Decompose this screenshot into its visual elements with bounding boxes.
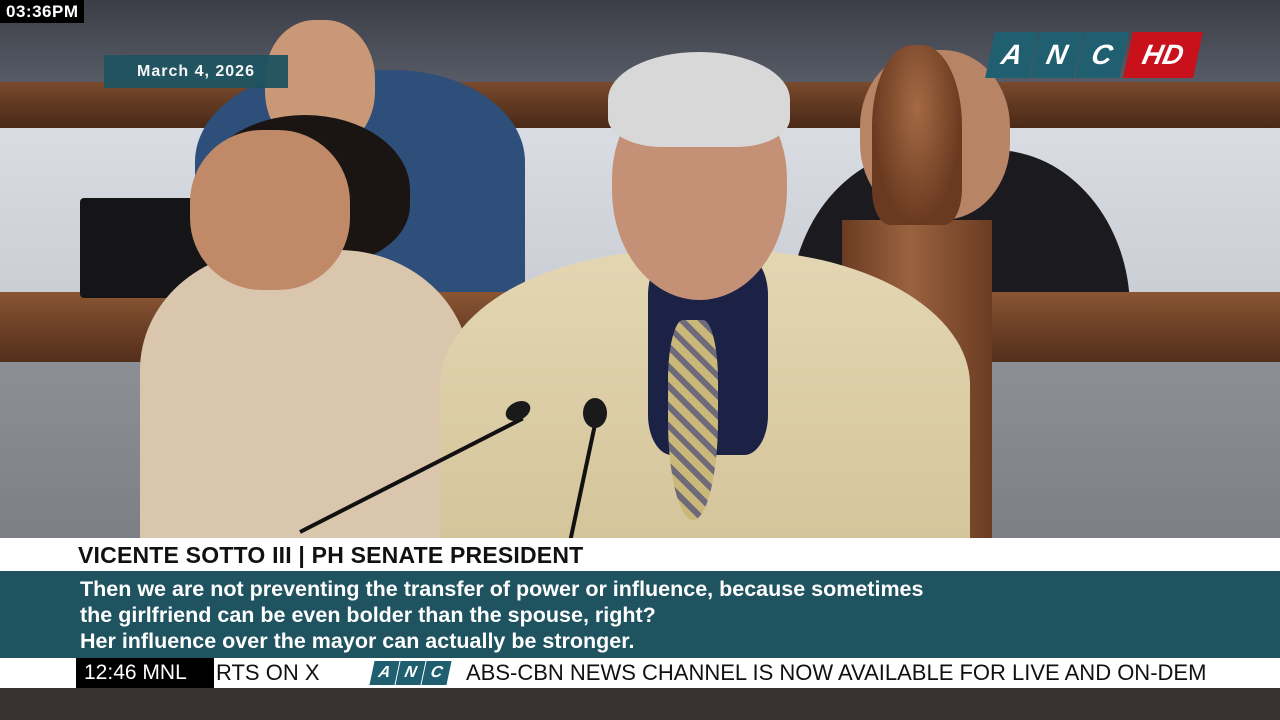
quote-caption-box: Then we are not preventing the transfer … (0, 571, 1280, 659)
speaker-tie (668, 320, 718, 520)
staffer-head (190, 130, 350, 290)
ticker-anc-logo: A N C (369, 661, 452, 685)
broadcast-clock: 03:36PM (0, 0, 85, 23)
quote-line-1: Then we are not preventing the transfer … (80, 577, 924, 601)
quote-line-3: Her influence over the mayor can actuall… (80, 629, 635, 653)
logo-hd: HD (1123, 32, 1203, 78)
news-ticker: RTS ON X 12:46 MNL A N C ABS-CBN NEWS CH… (0, 658, 1280, 688)
ticker-logo-letter-c: C (421, 661, 452, 685)
date-badge: March 4, 2026 (104, 55, 288, 88)
ticker-text-previous: RTS ON X (216, 660, 320, 685)
microphone-right-head (583, 398, 607, 428)
speaker-hair (608, 52, 790, 147)
staffer-woman (140, 250, 470, 550)
ticker-text-current: ABS-CBN NEWS CHANNEL IS NOW AVAILABLE FO… (466, 660, 1207, 685)
ticker-time-zone: MNL (142, 661, 187, 684)
logo-letter-c: C (1075, 32, 1129, 78)
bottom-video-strip (0, 688, 1280, 720)
ticker-time-value: 12:46 (84, 661, 137, 684)
ticker-time: 12:46 MNL (76, 658, 214, 688)
wooden-post-finial (872, 45, 962, 225)
speaker-name-title: VICENTE SOTTO III | PH SENATE PRESIDENT (78, 542, 584, 568)
speaker-name-bar: VICENTE SOTTO III | PH SENATE PRESIDENT (0, 538, 1280, 571)
quote-line-2: the girlfriend can be even bolder than t… (80, 603, 656, 627)
anc-hd-logo: A N C HD (985, 32, 1203, 78)
